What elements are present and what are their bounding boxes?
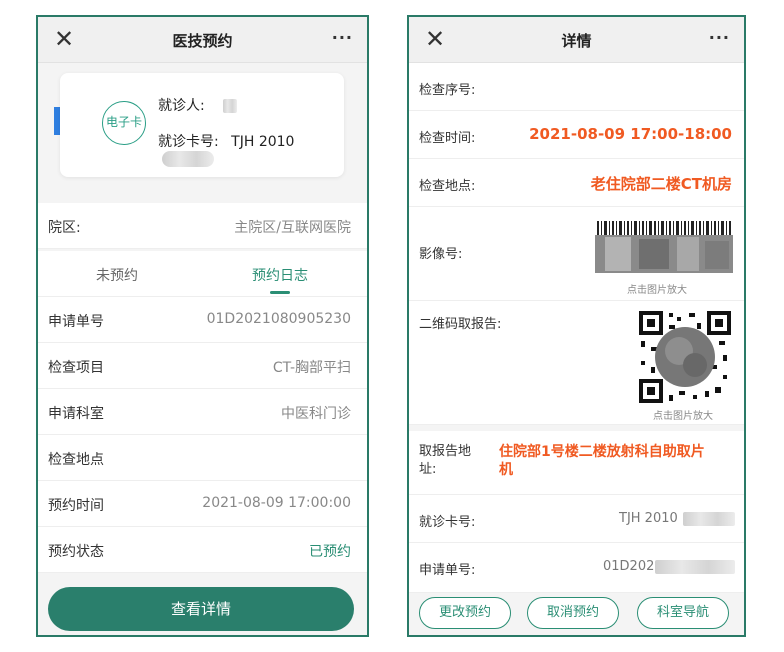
info-row: 检查地点 — [38, 435, 367, 481]
info-row-value: 中医科门诊 — [281, 406, 351, 422]
request-number-label: 申请单号: — [419, 563, 476, 578]
enlarge-hint: 点击图片放大 — [653, 411, 713, 422]
card-number-label: 就诊卡号: — [158, 134, 219, 150]
campus-row: 院区: 主院区/互联网医院 — [38, 203, 367, 249]
card-number-value: TJH 2010 — [231, 134, 295, 150]
report-address-label-line2: 址: — [419, 462, 437, 477]
card-area: 电子卡 就诊人: 就诊卡号: TJH 2010 — [38, 63, 367, 203]
qr-report-row: 二维码取报告: 点击图片放大 — [409, 301, 744, 425]
card-number-line: 就诊卡号: TJH 2010 — [158, 131, 344, 167]
department-navigation-button[interactable]: 科室导航 — [637, 597, 729, 629]
card-number-redacted — [683, 512, 735, 526]
view-details-button[interactable]: 查看详情 — [48, 587, 354, 631]
page-title: 医技预约 — [172, 32, 233, 50]
exam-seq-row: 检查序号: — [409, 63, 744, 111]
info-row: 预约状态 已预约 — [38, 527, 367, 573]
status-value: 已预约 — [309, 544, 351, 560]
exam-time-label: 检查时间: — [419, 131, 476, 146]
qr-report-label: 二维码取报告: — [419, 317, 502, 332]
more-icon[interactable]: ··· — [332, 28, 353, 47]
info-row: 申请单号 01D2021080905230 — [38, 297, 367, 343]
campus-value: 主院区/互联网医院 — [234, 220, 351, 236]
qr-code-image[interactable] — [639, 311, 731, 403]
image-number-label: 影像号: — [419, 247, 463, 262]
report-address-value: 住院部1号楼二楼放射科自助取片 机 — [499, 443, 705, 479]
details-screen: ✕ 详情 ··· 检查序号: 检查时间: 2021-08-09 17:00-18… — [407, 15, 746, 637]
patient-label: 就诊人: — [158, 98, 205, 114]
report-address-row: 取报告地 址: 住院部1号楼二楼放射科自助取片 机 — [409, 431, 744, 495]
info-row-value: 2021-08-09 17:00:00 — [202, 495, 351, 511]
exam-location-value: 老住院部二楼CT机房 — [590, 175, 732, 193]
info-row-label: 申请单号 — [48, 314, 104, 330]
appointment-screen: ✕ 医技预约 ··· 电子卡 就诊人: 就诊卡号: TJH 2010 院区: 主… — [36, 15, 369, 637]
e-card-badge: 电子卡 — [102, 101, 146, 145]
request-number-redacted — [655, 560, 735, 574]
info-row-label: 检查项目 — [48, 360, 104, 376]
tab-bar: 未预约 预约日志 — [38, 251, 367, 297]
info-row-value: CT-胸部平扫 — [272, 360, 351, 376]
info-row: 申请科室 中医科门诊 — [38, 389, 367, 435]
info-row-label: 检查地点 — [48, 452, 104, 468]
card-number-label: 就诊卡号: — [419, 515, 476, 530]
exam-location-row: 检查地点: 老住院部二楼CT机房 — [409, 159, 744, 207]
top-bar: ✕ 医技预约 ··· — [38, 17, 367, 63]
report-address-label-line1: 取报告地 — [419, 444, 472, 459]
info-row: 检查项目 CT-胸部平扫 — [38, 343, 367, 389]
campus-label: 院区: — [48, 220, 81, 236]
request-number-value: 01D202 — [603, 559, 655, 574]
patient-line: 就诊人: — [158, 95, 238, 115]
tab-booking-log[interactable]: 预约日志 — [252, 265, 308, 285]
patient-card[interactable]: 电子卡 就诊人: 就诊卡号: TJH 2010 — [60, 73, 344, 177]
exam-time-row: 检查时间: 2021-08-09 17:00-18:00 — [409, 111, 744, 159]
exam-location-label: 检查地点: — [419, 179, 476, 194]
image-number-row: 影像号: 点击图片放大 — [409, 207, 744, 301]
patient-name-redacted — [223, 99, 238, 113]
info-row-value: 01D2021080905230 — [206, 311, 351, 327]
tab-not-booked[interactable]: 未预约 — [96, 265, 138, 285]
change-booking-button[interactable]: 更改预约 — [419, 597, 511, 629]
barcode-image[interactable] — [595, 221, 733, 273]
cancel-booking-button[interactable]: 取消预约 — [527, 597, 619, 629]
info-row: 预约时间 2021-08-09 17:00:00 — [38, 481, 367, 527]
top-bar: ✕ 详情 ··· — [409, 17, 744, 63]
info-row-label: 预约时间 — [48, 498, 104, 514]
report-address-value-line2: 机 — [499, 462, 513, 478]
enlarge-hint: 点击图片放大 — [627, 285, 687, 296]
card-number-row: 就诊卡号: TJH 2010 — [409, 495, 744, 543]
report-address-label: 取报告地 址: — [419, 443, 471, 479]
exam-seq-label: 检查序号: — [419, 83, 476, 98]
card-number-value: TJH 2010 — [619, 511, 678, 526]
request-number-row: 申请单号: 01D202 — [409, 543, 744, 593]
exam-time-value: 2021-08-09 17:00-18:00 — [529, 125, 732, 143]
info-row-label: 预约状态 — [48, 544, 104, 560]
info-row-label: 申请科室 — [48, 406, 104, 422]
card-number-redacted — [162, 151, 214, 167]
report-address-value-line1: 住院部1号楼二楼放射科自助取片 — [499, 444, 705, 460]
more-icon[interactable]: ··· — [709, 28, 730, 47]
active-tab-indicator — [270, 291, 290, 294]
page-title: 详情 — [561, 32, 592, 50]
